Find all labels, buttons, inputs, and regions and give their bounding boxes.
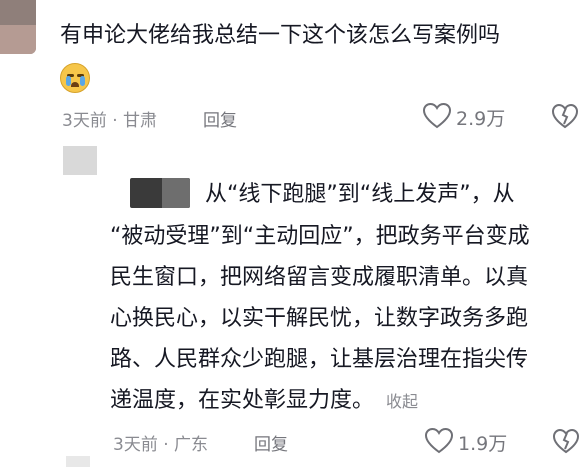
comment-line: 心换民心，以实干解民忧，让数字政务多跑 <box>110 306 529 331</box>
comment-line-last: 递温度，在实处彰显力度。 收起 <box>110 386 418 417</box>
reply-button[interactable]: 回复 <box>203 106 237 131</box>
dislike-icon[interactable] <box>551 103 579 130</box>
like-count: 2.9万 <box>456 108 506 130</box>
dislike-icon[interactable] <box>552 428 580 455</box>
collapse-button[interactable]: 收起 <box>386 392 418 411</box>
username-redacted-part <box>162 178 190 208</box>
avatar[interactable] <box>63 146 97 175</box>
comment-line: 从“线下跑腿”到“线上发声”，从 <box>205 182 515 207</box>
heart-icon[interactable] <box>424 427 454 454</box>
heart-icon[interactable] <box>422 102 452 129</box>
comment-text: 有申论大佬给我总结一下这个该怎么写案例吗 <box>60 23 501 48</box>
like-count: 1.9万 <box>458 433 508 455</box>
avatar-detail <box>0 25 36 54</box>
comment-line: 递温度，在实处彰显力度。 <box>110 388 375 413</box>
comment-meta: 3天前 · 广东 <box>113 435 209 455</box>
comment-line: “被动受理”到“主动回应”，把政务平台变成 <box>110 224 530 249</box>
avatar[interactable] <box>66 456 90 467</box>
comment-line: 路、人民群众少跑腿，让基层治理在指尖传 <box>110 347 529 372</box>
comment-line: 民生窗口，把网络留言变成履职清单。以真 <box>110 265 529 290</box>
comment-meta: 3天前 · 甘肃 <box>62 111 158 131</box>
crying-emoji-icon <box>60 63 90 93</box>
reply-button[interactable]: 回复 <box>254 430 288 455</box>
